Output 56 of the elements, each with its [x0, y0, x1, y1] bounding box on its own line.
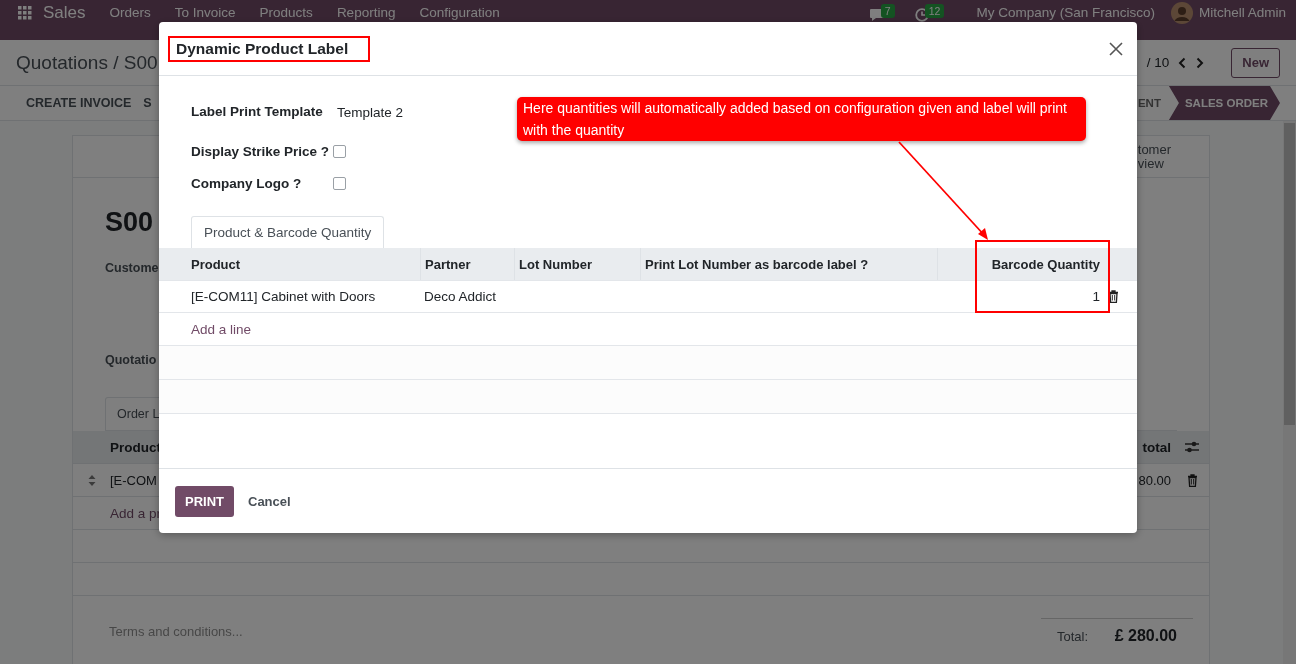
message-count: 7	[880, 4, 895, 18]
user-name[interactable]: Mitchell Admin	[1198, 5, 1286, 20]
total-label: Total:	[1057, 628, 1089, 644]
add-line-link[interactable]: Add a line	[191, 321, 252, 337]
column-header: Product	[190, 255, 242, 274]
menu-item[interactable]: Products	[259, 5, 313, 20]
app-name[interactable]: Sales	[43, 5, 86, 20]
company-switcher[interactable]: My Company (San Francisco)	[976, 5, 1155, 20]
field-label: Display Strike Price ?	[191, 143, 331, 159]
cancel-button[interactable]: Cancel	[248, 493, 291, 509]
table-cell-text: Deco Addict	[423, 289, 498, 304]
print-button[interactable]: PRINT	[175, 485, 234, 517]
apps-menu-icon[interactable]	[18, 6, 32, 20]
menu-item[interactable]: Configuration	[419, 5, 500, 20]
column-header: Print Lot Number as barcode label ?	[640, 248, 937, 280]
new-button[interactable]: New	[1231, 47, 1280, 78]
field-label: Company Logo ?	[191, 175, 303, 191]
table-cell-text: 80.00	[1138, 472, 1172, 488]
add-line-link[interactable]: Add a pr	[73, 505, 162, 521]
chevron-left-icon[interactable]	[1177, 56, 1188, 69]
scrollbar[interactable]	[1283, 121, 1296, 664]
field-label: Quotatio	[105, 352, 157, 368]
field-label: Label Print Template	[191, 103, 324, 119]
total-amount: £ 280.00	[1114, 627, 1177, 645]
column-header: total	[1142, 439, 1172, 455]
clock-icon[interactable]	[914, 8, 929, 22]
status-stage[interactable]: ENT	[1127, 86, 1169, 120]
table-cell-text: 1	[1091, 289, 1101, 304]
column-header: Lot Number	[514, 248, 640, 280]
checkbox[interactable]	[333, 176, 346, 190]
activity-count: 12	[924, 4, 945, 18]
chevron-right-icon[interactable]	[1195, 56, 1206, 69]
pager-value: / 10	[1146, 55, 1170, 70]
table-cell-text: [E-COM	[110, 472, 158, 488]
trash-icon[interactable]	[1108, 290, 1119, 303]
field-label: Custome	[105, 260, 159, 276]
table-cell-text: [E-COM11] Cabinet with Doors	[190, 289, 377, 304]
checkbox[interactable]	[333, 144, 346, 158]
column-header: Product	[110, 439, 162, 455]
action-button[interactable]: S	[143, 96, 152, 110]
dialog-tab[interactable]: Product & Barcode Quantity	[191, 216, 385, 248]
status-stage[interactable]: SALES ORDER	[1168, 86, 1280, 120]
menu-item[interactable]: To Invoice	[174, 5, 236, 20]
breadcrumb[interactable]: Quotations / S00	[16, 51, 158, 74]
menu-item[interactable]: Orders	[109, 5, 151, 20]
action-button[interactable]: CREATE INVOICE	[26, 96, 132, 110]
sliders-icon[interactable]	[1185, 441, 1199, 453]
annotation-callout: Here quantities will automatically added based on configuration given and label will print with the quantity	[517, 97, 1086, 141]
close-icon[interactable]	[1109, 41, 1123, 56]
drag-handle-icon[interactable]	[87, 474, 96, 486]
field-value[interactable]: Template 2	[337, 102, 404, 120]
record-title: S00	[105, 206, 154, 238]
menu-item[interactable]: Reporting	[336, 5, 396, 20]
terms-field[interactable]: Terms and conditions...	[109, 624, 243, 645]
dialog-title: Dynamic Product Label	[168, 35, 371, 62]
column-header: Partner	[420, 248, 514, 280]
